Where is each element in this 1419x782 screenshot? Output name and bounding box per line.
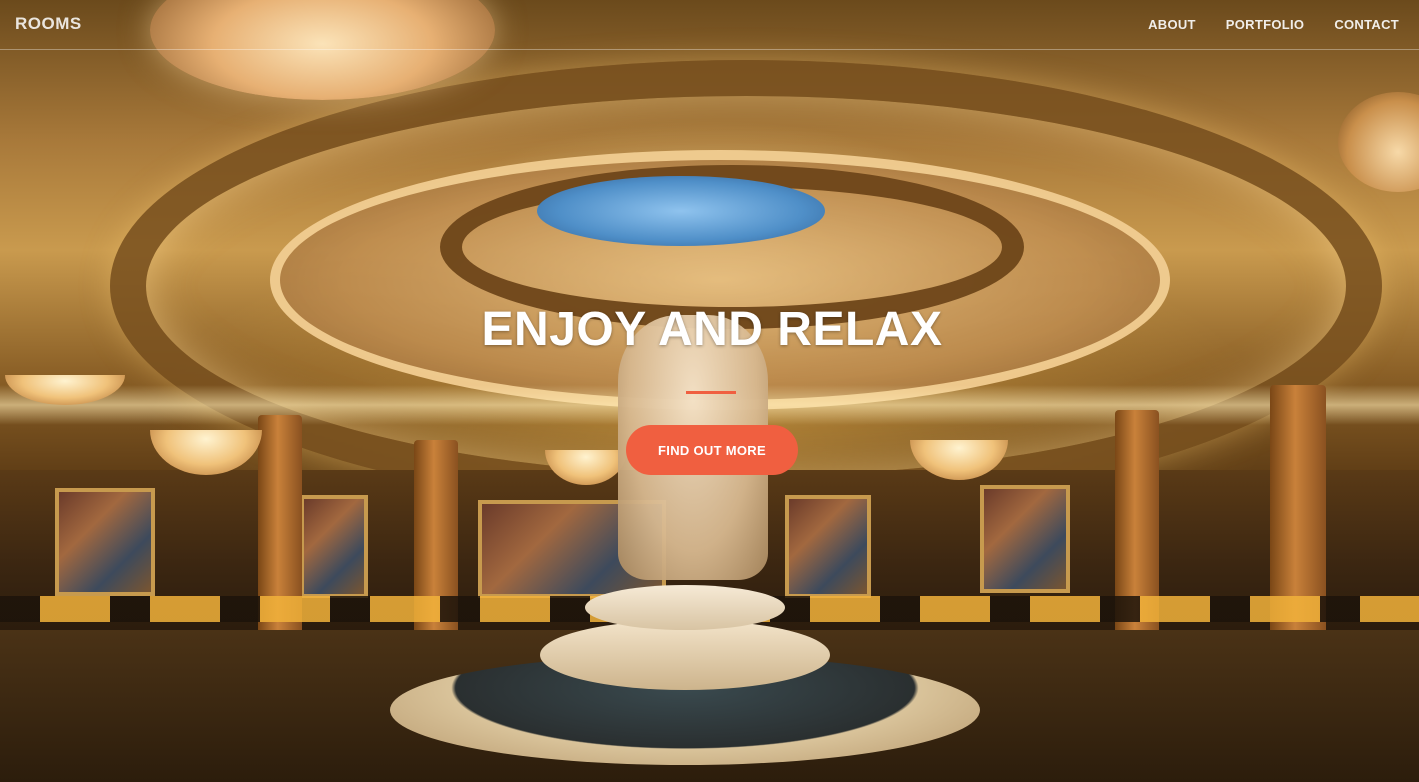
wall-painting bbox=[55, 488, 155, 596]
wall-painting bbox=[785, 495, 871, 598]
nav-link-contact[interactable]: CONTACT bbox=[1324, 17, 1409, 32]
chandelier-right bbox=[1338, 92, 1419, 192]
find-out-more-button[interactable]: FIND OUT MORE bbox=[626, 425, 798, 475]
nav-link-about[interactable]: ABOUT bbox=[1138, 17, 1206, 32]
hero-divider bbox=[686, 391, 736, 394]
fountain-tier bbox=[585, 585, 785, 630]
brand-logo-link[interactable]: ROOMS bbox=[15, 14, 82, 34]
skylight bbox=[537, 176, 825, 246]
hero-title: ENJOY AND RELAX bbox=[481, 303, 943, 356]
column bbox=[258, 415, 302, 665]
column bbox=[1115, 410, 1159, 660]
chandelier bbox=[150, 430, 262, 475]
fountain-tier bbox=[540, 620, 830, 690]
nav-links: ABOUT PORTFOLIO CONTACT bbox=[1128, 17, 1409, 32]
wall-painting bbox=[980, 485, 1070, 593]
wall-painting bbox=[300, 495, 368, 598]
navbar: ROOMS ABOUT PORTFOLIO CONTACT bbox=[0, 0, 1419, 50]
nav-link-portfolio[interactable]: PORTFOLIO bbox=[1216, 17, 1315, 32]
